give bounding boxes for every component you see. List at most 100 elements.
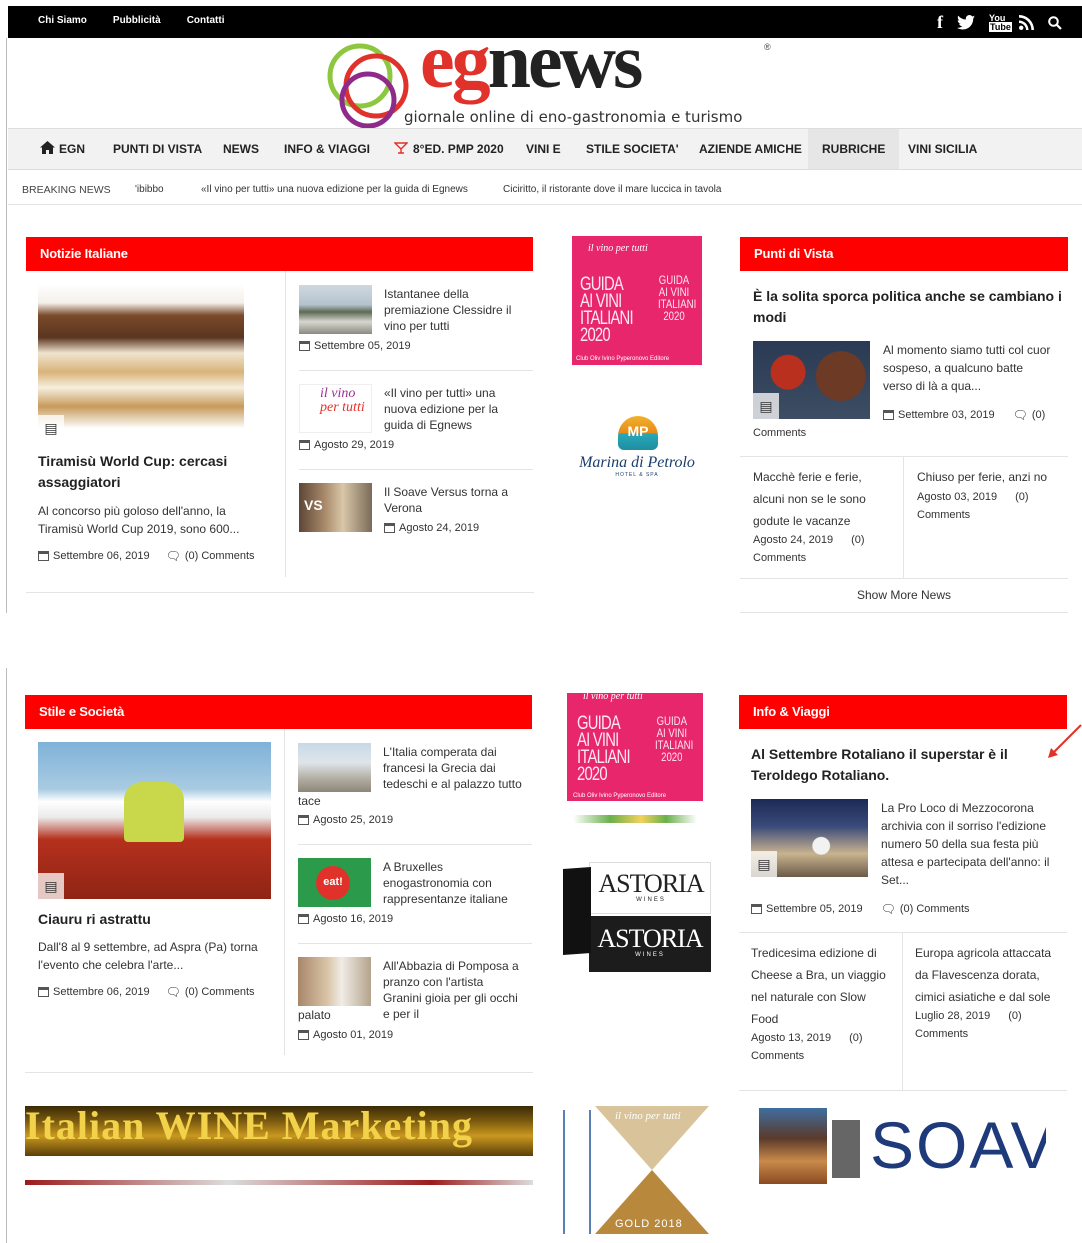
logo-tagline: giornale online di eno-gastronomia e tur…: [404, 108, 743, 126]
article-title[interactable]: Ciauru ri astrattu: [38, 909, 268, 930]
article-date: Agosto 24, 2019: [753, 534, 834, 546]
ad-guida-vini-italiani-2020[interactable]: il vino per tutti GUIDA AI VINI ITALIANI…: [567, 693, 703, 801]
logo-registered: ®: [764, 42, 771, 52]
article-title[interactable]: Macchè ferie e ferie, alcuni non se le s…: [753, 466, 893, 532]
article-comments[interactable]: (0) Comments: [900, 903, 970, 915]
ad-decoration: [25, 1180, 533, 1185]
article-date: Settembre 06, 2019: [53, 986, 150, 998]
search-icon[interactable]: [1048, 15, 1062, 30]
section-header-stile-e-societa[interactable]: Stile e Società: [25, 695, 532, 729]
arrow-icon: [1048, 724, 1082, 758]
breaking-news-item[interactable]: «Il vino per tutti» una nuova edizione p…: [201, 184, 468, 195]
article-comments[interactable]: (0): [1015, 491, 1028, 503]
nav-item-info-viaggi[interactable]: INFO & VIAGGI: [270, 129, 384, 169]
article-title[interactable]: A Bruxelles enogastronomia con rappresen…: [383, 859, 523, 907]
article-title[interactable]: Al Settembre Rotaliano il superstar è il…: [751, 744, 1051, 786]
ad-astoria-wines[interactable]: ASTORIA WINES ASTORIA WINES: [563, 858, 711, 974]
nav-item-punti-di-vista[interactable]: PUNTI DI VISTA: [99, 129, 216, 169]
ad-soave[interactable]: SOAV: [870, 1108, 1046, 1184]
article-thumbnail[interactable]: eat!: [298, 858, 371, 907]
section-header-notizie-italiane[interactable]: Notizie Italiane: [26, 237, 533, 271]
article-excerpt: Dall'8 al 9 settembre, ad Aspra (Pa) tor…: [38, 940, 258, 972]
section-header-info-viaggi[interactable]: Info & Viaggi: [739, 695, 1067, 729]
top-link-chi-siamo[interactable]: Chi Siamo: [38, 15, 87, 26]
facebook-icon[interactable]: f: [937, 12, 943, 33]
calendar-icon: [298, 815, 309, 825]
nav-item-egn[interactable]: EGN: [26, 129, 99, 169]
article-title-continued[interactable]: tace: [298, 793, 321, 809]
article-comments[interactable]: (0) Comments: [185, 986, 255, 998]
ad-guida-vini-italiani-2020[interactable]: il vino per tutti GUIDA AI VINI ITALIANI…: [572, 236, 702, 365]
calendar-icon: [299, 341, 310, 351]
article-comments[interactable]: (0): [849, 1032, 862, 1044]
article-comments[interactable]: (0) Comments: [185, 550, 255, 562]
article-thumbnail-ciauru[interactable]: ▤: [38, 742, 271, 899]
article-date: Agosto 13, 2019: [751, 1032, 832, 1044]
article-meta: Luglio 28, 2019 (0): [915, 1010, 1022, 1022]
divider: [739, 932, 1067, 933]
article-thumbnail-tiramisu[interactable]: ▤: [38, 284, 244, 441]
article-date: Agosto 29, 2019: [314, 439, 395, 451]
divider: [740, 578, 1068, 579]
home-icon: [40, 141, 55, 154]
article-thumbnail[interactable]: [298, 743, 371, 792]
article-date: Settembre 06, 2019: [53, 550, 150, 562]
comment-icon: 🗨: [880, 902, 896, 916]
nav-item-aziende-amiche[interactable]: AZIENDE AMICHE: [685, 129, 816, 169]
youtube-icon[interactable]: You Tube: [989, 13, 1012, 32]
ad-gold-2018[interactable]: il vino per tutti GOLD 2018: [563, 1106, 711, 1236]
article-title[interactable]: L'Italia comperata dai francesi la Greci…: [383, 744, 523, 792]
breaking-news-item[interactable]: 'ibibbo: [135, 184, 164, 195]
article-title[interactable]: Europa agricola attaccata da Flavescenza…: [915, 942, 1065, 1008]
top-link-contatti[interactable]: Contatti: [187, 15, 225, 26]
article-title-continued[interactable]: palato: [298, 1007, 331, 1023]
article-title[interactable]: Chiuso per ferie, anzi no: [917, 466, 1067, 488]
rss-icon[interactable]: [1019, 15, 1034, 30]
article-thumbnail[interactable]: il vino per tutti: [299, 384, 372, 433]
section-header-punti-di-vista[interactable]: Punti di Vista: [740, 237, 1068, 271]
article-title[interactable]: Tredicesima edizione di Cheese a Bra, un…: [751, 942, 891, 1030]
comments-label[interactable]: Comments: [915, 1028, 968, 1040]
article-thumbnail-rotaliano[interactable]: ▤: [751, 799, 868, 877]
top-link-pubblicita[interactable]: Pubblicità: [113, 15, 161, 26]
article-title[interactable]: All'Abbazia di Pomposa a pranzo con l'ar…: [383, 958, 523, 1022]
article-title[interactable]: Il Soave Versus torna a Verona: [384, 484, 524, 516]
divider: [739, 1090, 1067, 1091]
calendar-icon: [38, 987, 49, 997]
comment-icon: 🗨: [1012, 408, 1028, 422]
article-thumbnail[interactable]: VS: [299, 483, 372, 532]
nav-item-stile-societa[interactable]: STILE SOCIETA': [572, 129, 693, 169]
ad-italian-wine-marketing[interactable]: Italian WINE Marketing: [25, 1106, 533, 1156]
nav-item-vini-e[interactable]: VINI E: [512, 129, 575, 169]
comments-label[interactable]: Comments: [753, 427, 806, 439]
article-thumbnail[interactable]: [299, 285, 372, 334]
article-comments[interactable]: (0): [851, 534, 864, 546]
breaking-news-item[interactable]: Ciciritto, il ristorante dove il mare lu…: [503, 184, 721, 195]
document-icon: ▤: [38, 415, 64, 441]
article-meta: Agosto 01, 2019: [298, 1029, 393, 1041]
article-comments[interactable]: (0): [1032, 409, 1045, 421]
comments-label[interactable]: Comments: [753, 552, 806, 564]
article-title[interactable]: Istantanee della premiazione Clessidre i…: [384, 286, 524, 334]
calendar-icon: [751, 904, 762, 914]
nav-item-pmp-2020[interactable]: 8°ED. PMP 2020: [380, 129, 518, 169]
nav-item-vini-sicilia[interactable]: VINI SICILIA: [894, 129, 991, 169]
divider: [903, 456, 904, 578]
comments-label[interactable]: Comments: [751, 1050, 804, 1062]
article-title[interactable]: Tiramisù World Cup: cercasi assaggiatori: [38, 451, 258, 493]
site-logo[interactable]: egnews ® giornale online di eno-gastrono…: [320, 22, 780, 128]
divider: [902, 932, 903, 1090]
ad-food-photo[interactable]: [759, 1108, 827, 1184]
article-thumbnail-boxing[interactable]: ▤: [753, 341, 870, 419]
comments-label[interactable]: Comments: [917, 509, 970, 521]
twitter-icon[interactable]: [957, 15, 975, 30]
article-thumbnail[interactable]: [298, 957, 371, 1006]
ad-marina-di-petrolo[interactable]: MP Marina di Petrolo HOTEL & SPA: [572, 414, 702, 484]
show-more-news-button[interactable]: Show More News: [740, 588, 1068, 602]
article-title[interactable]: «Il vino per tutti» una nuova edizione p…: [384, 385, 524, 433]
ad-decoration: [573, 815, 697, 823]
nav-item-rubriche[interactable]: RUBRICHE: [808, 129, 900, 169]
article-comments[interactable]: (0): [1008, 1010, 1021, 1022]
nav-item-news[interactable]: NEWS: [209, 129, 273, 169]
article-title[interactable]: È la solita sporca politica anche se cam…: [753, 286, 1063, 328]
